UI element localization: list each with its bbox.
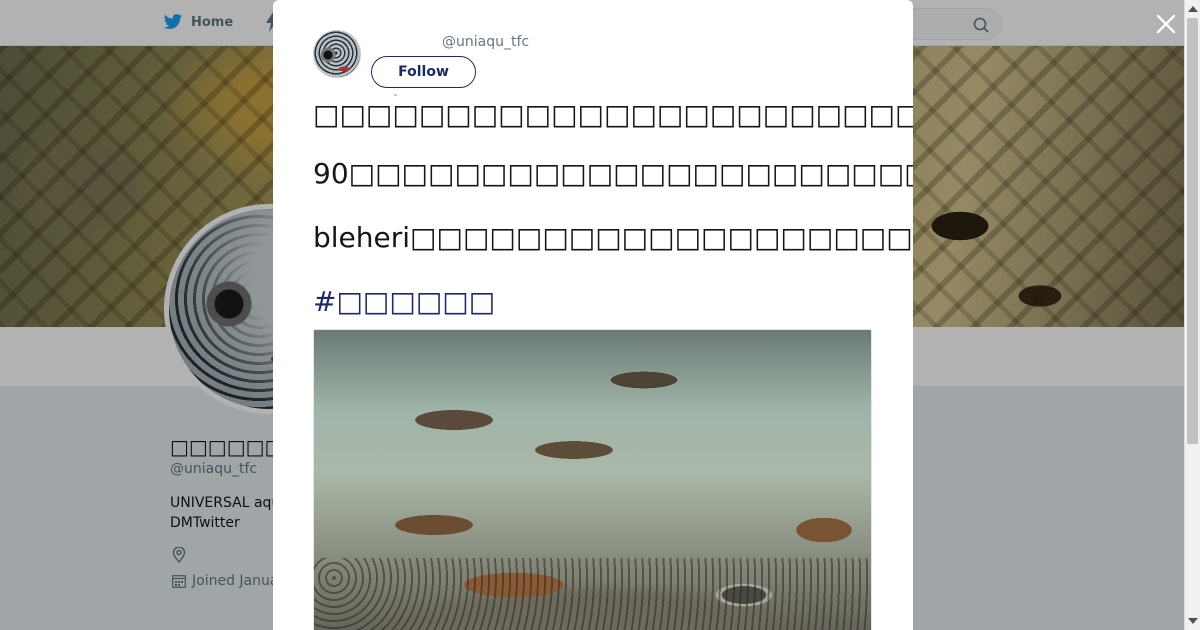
page-scrollbar[interactable]: [1184, 0, 1200, 630]
scroll-down-arrow[interactable]: [1188, 618, 1198, 624]
tweet-text-line1: □□□□□□□□□□□□□□□□□□□□□□□□□□: [313, 98, 913, 131]
close-modal-button[interactable]: [1154, 12, 1178, 36]
tweet-text-line2: 90□□□□□□□□□□□□□□□□□□□□□□□□□□□□□□□□□□□□□: [313, 157, 913, 190]
tweet-photo-aquarium-fish[interactable]: [313, 329, 872, 630]
tweet-text-line: □□□□□□□□□□□□□□□□□□□□□□□□□□: [313, 92, 913, 133]
follow-button[interactable]: Follow: [371, 56, 476, 88]
tweet-author-handle[interactable]: @uniaqu_tfc: [442, 34, 529, 50]
tweet-hashtag-link[interactable]: #□□□□□□: [313, 284, 495, 320]
tweet-text-line3: bleheri□□□□□□□□□□□□□□□□□□□□□□□□□□: [313, 221, 913, 254]
tweet-modal: @uniaqu_tfc Follow ˇ □□□□□□□□□□□□□□□□□□□…: [273, 0, 913, 630]
tweet-author-avatar[interactable]: [313, 30, 361, 78]
close-icon: [1156, 14, 1176, 34]
scrollbar-thumb[interactable]: [1187, 18, 1198, 444]
scroll-up-arrow[interactable]: [1188, 6, 1198, 12]
